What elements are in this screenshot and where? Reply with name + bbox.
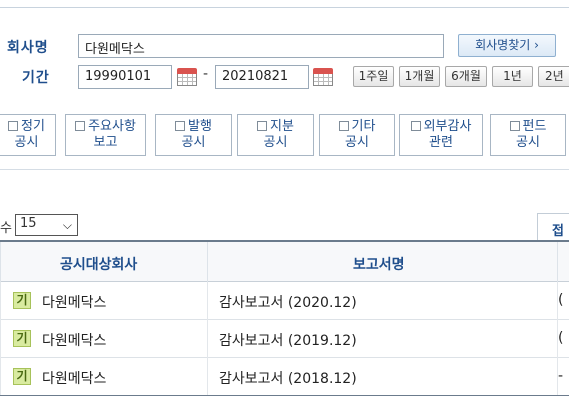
company-label: 회사명 bbox=[7, 40, 49, 56]
find-company-button[interactable]: 회사명찾기 › bbox=[458, 34, 556, 57]
category-label: 공시 bbox=[14, 135, 39, 150]
category-label: 공시 bbox=[181, 135, 206, 150]
column-divider bbox=[557, 242, 558, 282]
category-label: 공시 bbox=[263, 135, 288, 150]
checkbox[interactable] bbox=[175, 120, 186, 131]
report-link[interactable]: 감사보고서 (2019.12) bbox=[219, 330, 357, 350]
start-date-input[interactable]: 19990101 bbox=[78, 65, 172, 89]
category-label: 관련 bbox=[429, 135, 453, 150]
header-company: 공시대상회사 bbox=[60, 257, 138, 273]
section-divider bbox=[0, 169, 569, 170]
category-label: 공시 bbox=[516, 135, 540, 150]
report-link[interactable]: 감사보고서 (2020.12) bbox=[219, 292, 357, 312]
category-issuance-button[interactable]: 발행 공시 bbox=[155, 114, 232, 156]
company-name-input[interactable]: 다원메닥스 bbox=[78, 34, 444, 58]
company-link[interactable]: 다원메닥스 bbox=[42, 292, 106, 312]
checkbox[interactable] bbox=[338, 120, 349, 131]
category-label: 펀드 bbox=[522, 119, 547, 134]
chevron-down-icon: ⌵ bbox=[62, 218, 72, 232]
submitter-cell: ( bbox=[558, 292, 564, 308]
column-divider bbox=[0, 320, 1, 358]
checkbox[interactable] bbox=[257, 120, 268, 131]
category-label: 발행 bbox=[188, 119, 212, 134]
period-6month-button[interactable]: 6개월 bbox=[445, 66, 487, 87]
end-calendar-icon[interactable] bbox=[313, 68, 333, 86]
collapse-tab[interactable]: 접 bbox=[537, 213, 569, 241]
category-regular-button[interactable]: 정기 공시 bbox=[0, 114, 56, 156]
top-divider bbox=[0, 7, 569, 8]
end-date-input[interactable]: 20210821 bbox=[215, 65, 309, 89]
rows-per-page-label: 수 bbox=[0, 221, 12, 236]
rows-per-page-value: 15 bbox=[20, 216, 37, 231]
column-divider bbox=[207, 320, 208, 358]
header-report: 보고서명 bbox=[353, 257, 405, 273]
category-other-button[interactable]: 기타 공시 bbox=[319, 114, 395, 156]
annual-report-badge: 기 bbox=[13, 330, 31, 347]
checkbox[interactable] bbox=[75, 120, 86, 131]
table-row[interactable]: 기 다원메닥스 감사보고서 (2018.12) - bbox=[0, 358, 569, 396]
company-link[interactable]: 다원메닥스 bbox=[42, 330, 106, 350]
table-row[interactable]: 기 다원메닥스 감사보고서 (2020.12) ( bbox=[0, 282, 569, 320]
period-1month-button[interactable]: 1개월 bbox=[399, 66, 440, 87]
checkbox[interactable] bbox=[8, 120, 19, 131]
column-divider bbox=[207, 242, 208, 282]
column-divider bbox=[0, 282, 1, 320]
checkbox[interactable] bbox=[509, 120, 520, 131]
annual-report-badge: 기 bbox=[13, 368, 31, 385]
column-divider bbox=[0, 242, 1, 282]
submitter-cell: ( bbox=[558, 330, 564, 346]
category-label: 외부감사 bbox=[423, 119, 472, 134]
column-divider bbox=[207, 358, 208, 396]
category-major-button[interactable]: 주요사항 보고 bbox=[65, 114, 146, 156]
submitter-cell: - bbox=[558, 368, 564, 384]
rows-per-page-select[interactable]: 15 ⌵ bbox=[15, 214, 78, 236]
period-2year-button[interactable]: 2년 bbox=[538, 66, 569, 87]
start-calendar-icon[interactable] bbox=[177, 68, 197, 86]
category-label: 보고 bbox=[93, 135, 118, 150]
category-label: 지분 bbox=[270, 119, 294, 134]
period-1year-button[interactable]: 1년 bbox=[492, 66, 533, 87]
company-link[interactable]: 다원메닥스 bbox=[42, 368, 106, 388]
category-equity-button[interactable]: 지분 공시 bbox=[237, 114, 314, 156]
period-1week-button[interactable]: 1주일 bbox=[353, 66, 394, 87]
column-divider bbox=[0, 358, 1, 396]
category-label: 정기 bbox=[21, 119, 45, 134]
category-fund-button[interactable]: 펀드 공시 bbox=[490, 114, 566, 156]
annual-report-badge: 기 bbox=[13, 292, 31, 309]
category-label: 공시 bbox=[345, 135, 369, 150]
checkbox[interactable] bbox=[410, 120, 421, 131]
table-row[interactable]: 기 다원메닥스 감사보고서 (2019.12) ( bbox=[0, 320, 569, 358]
report-link[interactable]: 감사보고서 (2018.12) bbox=[219, 368, 357, 388]
table-bottom-border bbox=[0, 395, 569, 396]
category-label: 기타 bbox=[351, 119, 376, 134]
category-label: 주요사항 bbox=[88, 119, 136, 134]
date-range-dash: - bbox=[203, 66, 209, 82]
table-header: 공시대상회사 보고서명 bbox=[0, 242, 569, 282]
period-label: 기간 bbox=[22, 70, 50, 86]
category-audit-button[interactable]: 외부감사 관련 bbox=[399, 114, 483, 156]
column-divider bbox=[207, 282, 208, 320]
